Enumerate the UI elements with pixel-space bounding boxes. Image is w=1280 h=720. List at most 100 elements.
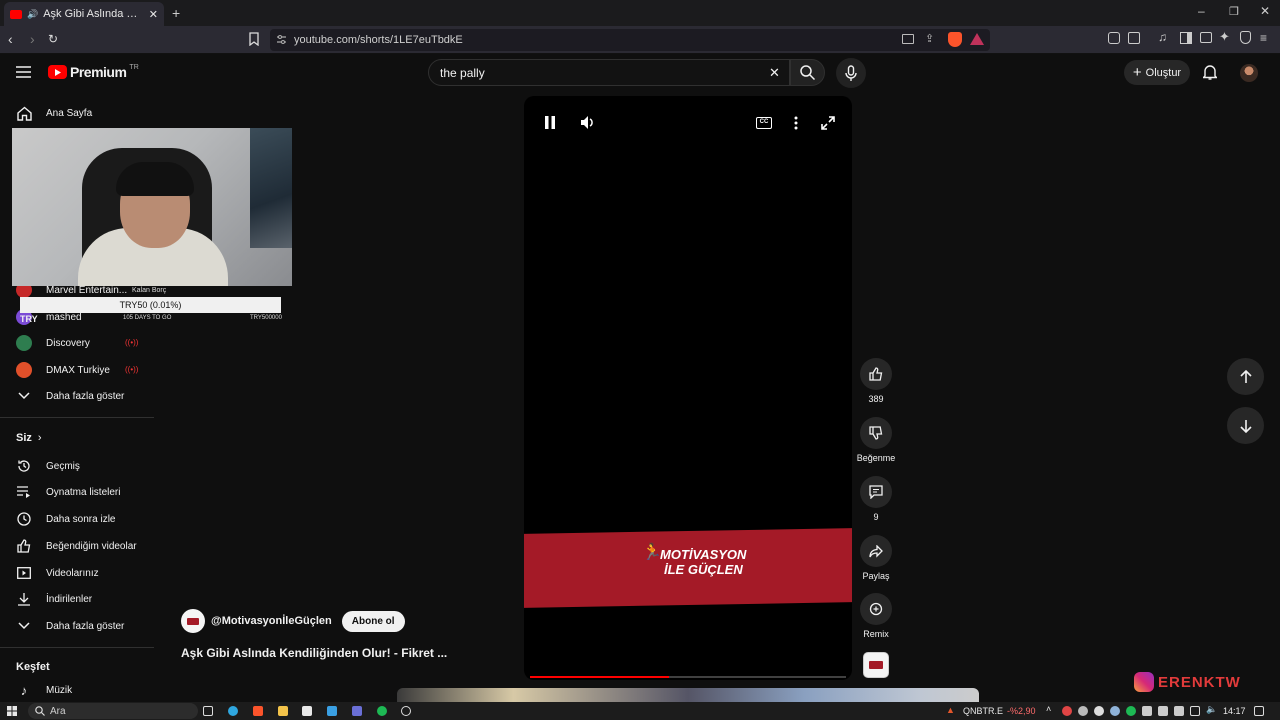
speaker-icon[interactable]: 🔈 [1206, 704, 1217, 715]
network-icon[interactable] [1190, 706, 1200, 716]
sidebar-toggle-icon[interactable] [1180, 32, 1192, 44]
channel-avatar[interactable] [181, 609, 205, 633]
tray-app-icon[interactable] [1142, 706, 1152, 716]
window-minimize-icon[interactable]: – [1198, 4, 1205, 18]
share-button[interactable]: Paylaş [856, 535, 896, 581]
short-title[interactable]: Aşk Gibi Aslında Kendiliğinden Olur! - F… [181, 646, 447, 660]
taskbar-search-input[interactable]: Ara [28, 703, 198, 719]
bookmark-icon[interactable] [248, 32, 260, 46]
task-view-icon[interactable] [203, 706, 213, 716]
sidebar-subscription-item[interactable]: DMAX Turkiye ((•)) [16, 360, 138, 380]
audio-source-thumbnail[interactable] [863, 652, 889, 678]
download-icon [16, 591, 32, 607]
cast-icon[interactable] [902, 34, 914, 44]
like-button[interactable]: 389 [856, 358, 896, 404]
screenshot-icon[interactable] [1128, 32, 1140, 44]
clear-search-icon[interactable]: ✕ [769, 65, 780, 81]
tray-app-icon[interactable] [1158, 706, 1168, 716]
account-avatar[interactable] [1240, 64, 1258, 82]
more-options-icon[interactable] [794, 116, 798, 130]
search-button[interactable] [790, 59, 825, 86]
share-page-icon[interactable]: ⇪ [925, 32, 934, 45]
window-restore-icon[interactable]: ❐ [1229, 5, 1239, 18]
section-title: Siz [16, 432, 32, 444]
sidebar-item-clock[interactable]: Daha sonra izle [16, 509, 115, 529]
settings-icon[interactable] [401, 706, 411, 716]
tray-overflow-icon[interactable]: ˄ [1046, 704, 1051, 714]
shorts-player[interactable]: CC 🏃 MOTİVASYON İLE GÜÇLEN [524, 96, 852, 680]
tray-app-icon[interactable] [1094, 706, 1104, 716]
windows-start-icon[interactable] [7, 706, 17, 716]
fullscreen-icon[interactable] [821, 116, 835, 130]
clock-time[interactable]: 14:17 [1223, 706, 1246, 716]
site-info-icon[interactable] [276, 34, 287, 45]
dislike-label: Beğenme [856, 453, 896, 463]
remix-button[interactable]: Remix [856, 593, 896, 639]
menu-icon[interactable]: ≡ [1260, 31, 1267, 45]
tray-app-icon[interactable] [1062, 706, 1072, 716]
next-short-preview[interactable] [397, 688, 979, 702]
brave-shield-icon[interactable] [948, 32, 962, 47]
previous-short-button[interactable] [1227, 358, 1264, 395]
sidebar-item-home[interactable]: Ana Sayfa [16, 103, 92, 123]
youtube-logo[interactable]: Premium TR [48, 64, 139, 80]
volume-icon[interactable] [581, 116, 595, 129]
sidebar-section-you[interactable]: Siz › [16, 432, 42, 444]
teams-icon[interactable] [352, 706, 362, 716]
sidebar-item-video[interactable]: Videolarınız [16, 563, 99, 583]
extensions-icon[interactable] [1108, 32, 1120, 44]
dislike-button[interactable]: Beğenme [856, 417, 896, 463]
sidebar-item-playlist[interactable]: Oynatma listeleri [16, 482, 120, 502]
notifications-bell-icon[interactable] [1203, 64, 1217, 80]
steam-icon[interactable] [1110, 706, 1120, 716]
video-progress-bar[interactable] [530, 676, 846, 678]
back-icon[interactable]: ‹ [8, 31, 13, 47]
windows-taskbar: Ara ▲ QNBTR.E -%2,90 ˄ 🔈 14:17 [0, 702, 1280, 720]
search-input[interactable]: the pally ✕ [428, 59, 790, 86]
subscribe-button[interactable]: Abone ol [341, 610, 405, 632]
sidebar-item-thumbs-up[interactable]: Beğendiğim videolar [16, 536, 137, 556]
browser-tab-active[interactable]: 🔊 Aşk Gibi Aslında Kendiliğinden Olur! ✕ [4, 2, 164, 26]
captions-icon[interactable]: CC [756, 117, 772, 129]
wall-poster [250, 128, 292, 248]
donation-goal-bar: TRY50 (0.01%) [20, 297, 281, 313]
sidebar-subscription-item[interactable]: Discovery ((•)) [16, 333, 138, 353]
rewards-icon[interactable] [970, 33, 984, 45]
sidebar-item-music[interactable]: ♪ Müzik [16, 680, 72, 700]
sidebar-item-history[interactable]: Geçmiş [16, 456, 80, 476]
live-indicator-icon: ((•)) [125, 365, 139, 374]
window-close-icon[interactable]: ✕ [1260, 4, 1270, 18]
forward-icon[interactable]: › [30, 31, 35, 47]
store-icon[interactable] [302, 706, 312, 716]
comments-button[interactable]: 9 [856, 476, 896, 522]
media-icon[interactable]: ♫ [1158, 30, 1167, 44]
tray-app-icon[interactable] [1174, 706, 1184, 716]
next-short-button[interactable] [1227, 407, 1264, 444]
sidebar-divider [0, 647, 154, 648]
reload-icon[interactable]: ↻ [48, 32, 58, 46]
address-bar[interactable]: youtube.com/shorts/1LE7euTbdkE ⇪ [270, 29, 990, 51]
audio-playing-icon[interactable]: 🔊 [27, 9, 38, 20]
new-tab-icon[interactable]: + [172, 5, 180, 21]
create-button[interactable]: + Oluştur [1124, 60, 1190, 85]
tray-app-icon[interactable] [1078, 706, 1088, 716]
sidebar-show-more-subs[interactable]: Daha fazla göster [16, 386, 124, 406]
sidebar-show-more-you[interactable]: Daha fazla göster [16, 616, 124, 636]
file-explorer-icon[interactable] [278, 706, 288, 716]
edge-icon[interactable] [228, 706, 238, 716]
sidebar-item-download[interactable]: İndirilenler [16, 589, 92, 609]
stock-ticker-name[interactable]: QNBTR.E [963, 706, 1003, 716]
hamburger-menu-icon[interactable] [16, 66, 31, 78]
vpn-icon[interactable] [1240, 31, 1251, 44]
notifications-icon[interactable] [1254, 706, 1264, 716]
mail-icon[interactable] [327, 706, 337, 716]
leo-ai-icon[interactable]: ✦ [1219, 29, 1230, 45]
tab-close-icon[interactable]: ✕ [149, 8, 158, 21]
wallet-icon[interactable] [1200, 32, 1212, 43]
pause-icon[interactable] [545, 116, 555, 129]
voice-search-button[interactable] [836, 58, 866, 88]
brave-icon[interactable] [253, 706, 263, 716]
tray-app-icon[interactable] [1126, 706, 1136, 716]
spotify-icon[interactable] [377, 706, 387, 716]
channel-name[interactable]: @MotivasyonİleGüçlen [211, 615, 332, 627]
